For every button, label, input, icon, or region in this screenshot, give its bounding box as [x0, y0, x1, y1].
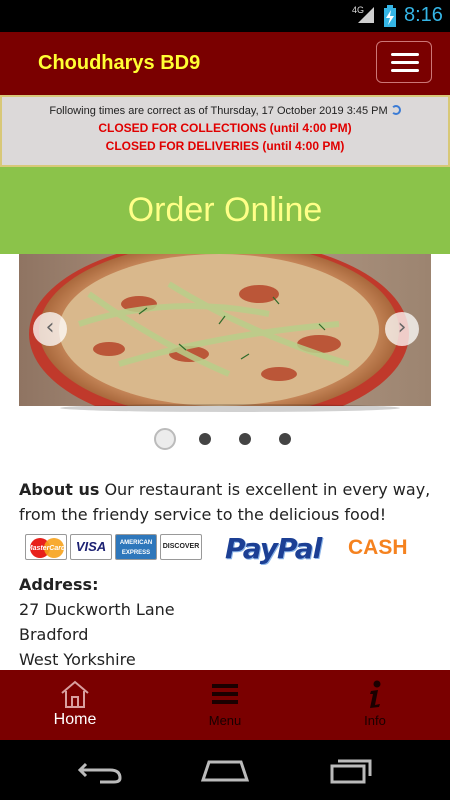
address-section: Address: 27 Duckworth Lane Bradford West…	[19, 572, 175, 672]
carousel-dot-3[interactable]	[239, 433, 251, 445]
clock: 8:16	[404, 4, 443, 26]
address-label: Address:	[19, 575, 99, 594]
address-line-1: 27 Duckworth Lane	[19, 600, 175, 619]
nav-home-label: Home	[53, 711, 97, 728]
menu-icon	[212, 684, 238, 704]
image-carousel[interactable]: ‹ ›	[19, 254, 431, 406]
nav-home[interactable]: Home	[0, 670, 150, 740]
discover-text: DISCOVER	[162, 543, 200, 550]
recents-icon[interactable]	[322, 754, 382, 786]
mastercard-logo: MasterCard	[25, 534, 67, 560]
times-text: Following times are correct as of Thursd…	[49, 105, 388, 117]
visa-logo: VISA	[70, 534, 112, 560]
carousel-dot-1[interactable]	[154, 428, 176, 450]
about-section: About us Our restaurant is excellent in …	[19, 477, 431, 527]
carousel-dot-2[interactable]	[199, 433, 211, 445]
mastercard-text: MasterCard	[26, 545, 66, 552]
carousel-dot-4[interactable]	[279, 433, 291, 445]
status-bar: 4G 8:16	[0, 0, 450, 32]
address-line-3: West Yorkshire	[19, 650, 136, 669]
carousel-shadow	[60, 404, 400, 412]
carousel-prev-button[interactable]: ‹	[33, 312, 67, 346]
signal-icon	[358, 7, 374, 23]
order-online-button[interactable]: Order Online	[0, 167, 450, 254]
app-title[interactable]: Choudharys BD9	[38, 52, 200, 75]
opening-times-notice: Following times are correct as of Thursd…	[0, 95, 450, 167]
about-heading: About us	[19, 480, 100, 499]
carousel-pagination	[0, 428, 450, 450]
address-line-2: Bradford	[19, 625, 89, 644]
cash-label: CASH	[348, 536, 408, 559]
pizza-image	[19, 254, 431, 406]
discover-logo: DISCOVER	[160, 534, 202, 560]
home-icon	[61, 680, 89, 708]
battery-charging-icon	[384, 5, 396, 27]
amex-logo: AMERICAN EXPRESS	[115, 534, 157, 560]
times-line: Following times are correct as of Thursd…	[2, 105, 448, 117]
chevron-left-icon: ‹	[45, 315, 55, 340]
hamburger-menu-icon	[391, 53, 419, 56]
app-header: Choudharys BD9	[0, 32, 450, 95]
hamburger-bar	[391, 69, 419, 72]
nav-menu[interactable]: Menu	[150, 670, 300, 740]
info-icon	[370, 680, 381, 708]
nav-info-label: Info	[364, 713, 386, 728]
chevron-right-icon: ›	[397, 315, 407, 340]
deliveries-status: CLOSED FOR DELIVERIES (until 4:00 PM)	[105, 139, 345, 153]
nav-menu-label: Menu	[208, 713, 242, 728]
back-icon[interactable]	[70, 754, 130, 786]
home-nav-icon[interactable]	[195, 754, 255, 786]
bottom-navigation: Home Menu Info	[0, 670, 450, 740]
hamburger-menu-button[interactable]	[376, 41, 432, 83]
nav-info[interactable]: Info	[300, 670, 450, 740]
refresh-icon[interactable]	[390, 105, 401, 115]
collections-status: CLOSED FOR COLLECTIONS (until 4:00 PM)	[98, 121, 352, 135]
hamburger-bar	[391, 61, 419, 64]
payment-methods: MasterCard VISA AMERICAN EXPRESS DISCOVE…	[25, 532, 425, 565]
paypal-logo: PayPal	[225, 532, 322, 565]
carousel-next-button[interactable]: ›	[385, 312, 419, 346]
system-navigation-bar	[0, 740, 450, 800]
